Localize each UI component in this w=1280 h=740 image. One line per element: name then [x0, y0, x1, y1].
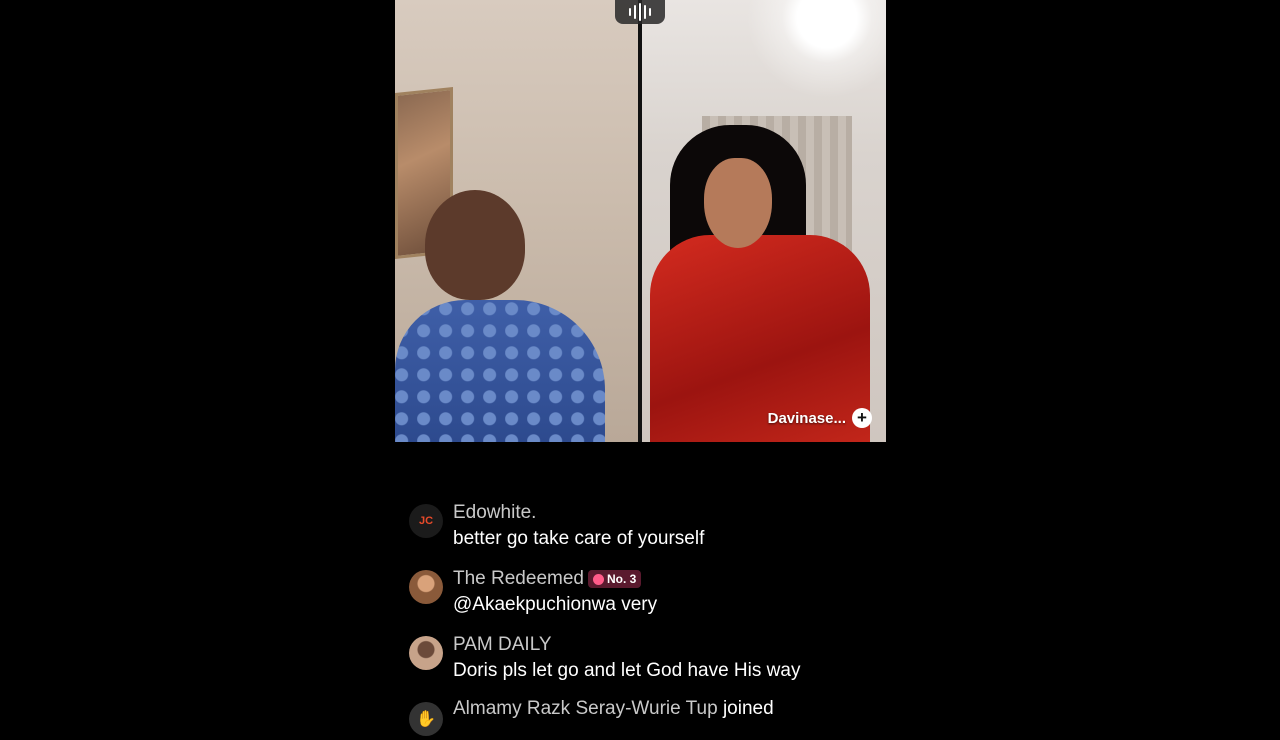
host-video[interactable] [395, 0, 638, 442]
comment-message: @Akaekpuchionwa very [453, 594, 658, 615]
rank-badge: No. 3 [587, 570, 642, 588]
joined-label: joined [722, 698, 774, 719]
video-split: Davinase... + [395, 0, 886, 442]
comment-username[interactable]: Edowhite. [453, 500, 879, 526]
guest-tag[interactable]: Davinase... + [768, 408, 872, 428]
comment-feed: JC Edowhite. better go take care of your… [409, 500, 879, 740]
username-text[interactable]: PAM DAILY [453, 634, 552, 656]
comment-message: better go take care of yourself [453, 528, 705, 549]
comment-item: JC Edowhite. better go take care of your… [409, 500, 879, 550]
guest-name[interactable]: Davinase... [768, 410, 846, 427]
guest-video[interactable]: Davinase... + [642, 0, 886, 442]
plus-icon[interactable]: + [852, 408, 872, 428]
comment-item: PAM DAILY Doris pls let go and let God h… [409, 632, 879, 682]
wave-icon: ✋ [409, 702, 443, 736]
rank-icon [592, 573, 604, 585]
comment-username[interactable]: The Redeemed No. 3 [453, 566, 879, 592]
host-dress [395, 300, 605, 442]
username-text[interactable]: Edowhite. [453, 502, 536, 524]
audio-wave-icon[interactable] [615, 0, 665, 24]
guest-face [704, 158, 772, 248]
rank-badge-label: No. 3 [606, 572, 637, 586]
joined-username[interactable]: Almamy Razk Seray-Wurie Tup [453, 698, 718, 719]
avatar[interactable] [409, 636, 443, 670]
avatar[interactable] [409, 570, 443, 604]
live-stream-view: Davinase... + JC Edowhite. better go tak… [395, 0, 886, 736]
join-text: Almamy Razk Seray-Wurie Tup joined [453, 698, 879, 720]
comment-username[interactable]: PAM DAILY [453, 632, 879, 658]
avatar[interactable]: JC [409, 504, 443, 538]
comment-message: Doris pls let go and let God have His wa… [453, 660, 801, 681]
username-text[interactable]: The Redeemed [453, 568, 584, 590]
host-head [425, 190, 525, 300]
join-notice: ✋ Almamy Razk Seray-Wurie Tup joined [409, 698, 879, 736]
avatar-logo: JC [418, 515, 434, 527]
comment-item: The Redeemed No. 3 @Akaekpuchionwa very [409, 566, 879, 616]
